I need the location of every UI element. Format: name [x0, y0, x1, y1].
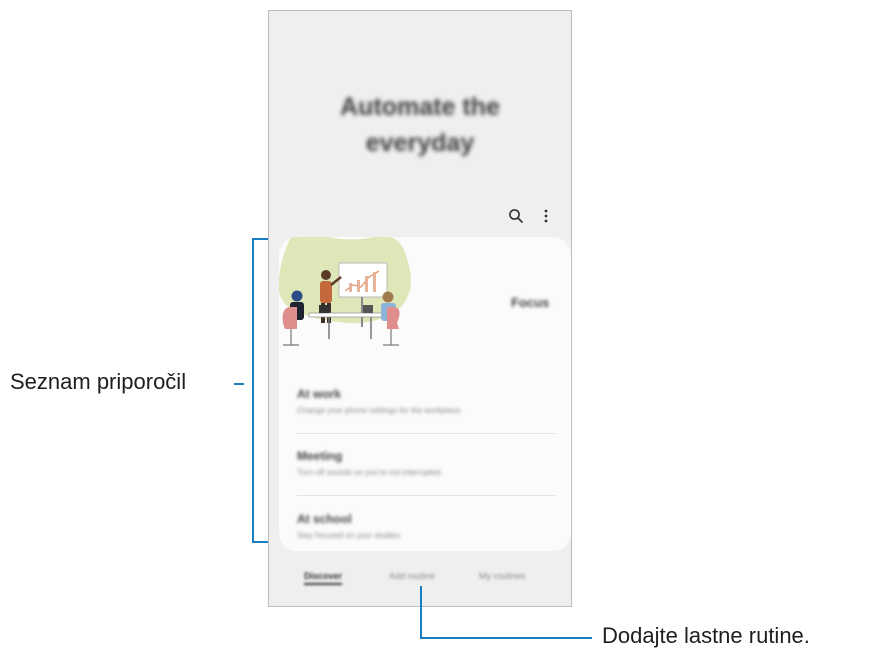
recommendation-description: Stay focused on your studies.: [297, 531, 402, 540]
hero-title: Automate the everyday: [269, 89, 571, 161]
callout-recommendations-bracket: [252, 238, 254, 543]
recommendations-card: Focus At work Change your phone settings…: [279, 237, 571, 551]
callout-add-routine-leader-vertical: [420, 586, 422, 638]
recommendation-item-meeting[interactable]: Meeting Turn off sounds so you're not in…: [297, 449, 555, 477]
callout-recommendations-bracket-top: [252, 238, 268, 240]
phone-screen: Automate the everyday Focus At work Chan…: [268, 10, 572, 607]
tab-my-routines[interactable]: My routines: [479, 571, 526, 581]
recommendation-description: Change your phone settings for the workp…: [297, 406, 463, 415]
recommendation-item-at-work[interactable]: At work Change your phone settings for t…: [297, 387, 555, 415]
meeting-illustration-icon: [279, 237, 411, 346]
hero-title-line2: everyday: [365, 129, 475, 157]
callout-recommendations-bracket-bottom: [252, 541, 268, 543]
recommendation-title: At school: [297, 512, 352, 526]
callout-add-routine-label: Dodajte lastne rutine.: [602, 623, 810, 648]
recommendation-item-at-school[interactable]: At school Stay focused on your studies.: [297, 512, 555, 540]
callout-recommendations-leader: [234, 383, 244, 385]
search-icon: [509, 209, 523, 223]
focus-label[interactable]: Focus: [511, 295, 549, 310]
tab-discover[interactable]: Discover: [304, 571, 343, 585]
tab-add-routine[interactable]: Add routine: [389, 571, 435, 581]
callout-add-routine-leader-horizontal: [420, 637, 592, 639]
recommendation-title: Meeting: [297, 449, 343, 463]
recommendation-description: Turn off sounds so you're not interrupte…: [297, 468, 443, 477]
search-button[interactable]: [506, 206, 526, 226]
hero-title-line1: Automate the: [340, 93, 500, 121]
more-options-button[interactable]: [536, 206, 556, 226]
callout-recommendations-label: Seznam priporočil: [10, 369, 187, 394]
recommendation-title: At work: [297, 387, 342, 401]
divider: [297, 495, 555, 496]
divider: [297, 433, 555, 434]
more-vertical-icon: [544, 209, 548, 223]
